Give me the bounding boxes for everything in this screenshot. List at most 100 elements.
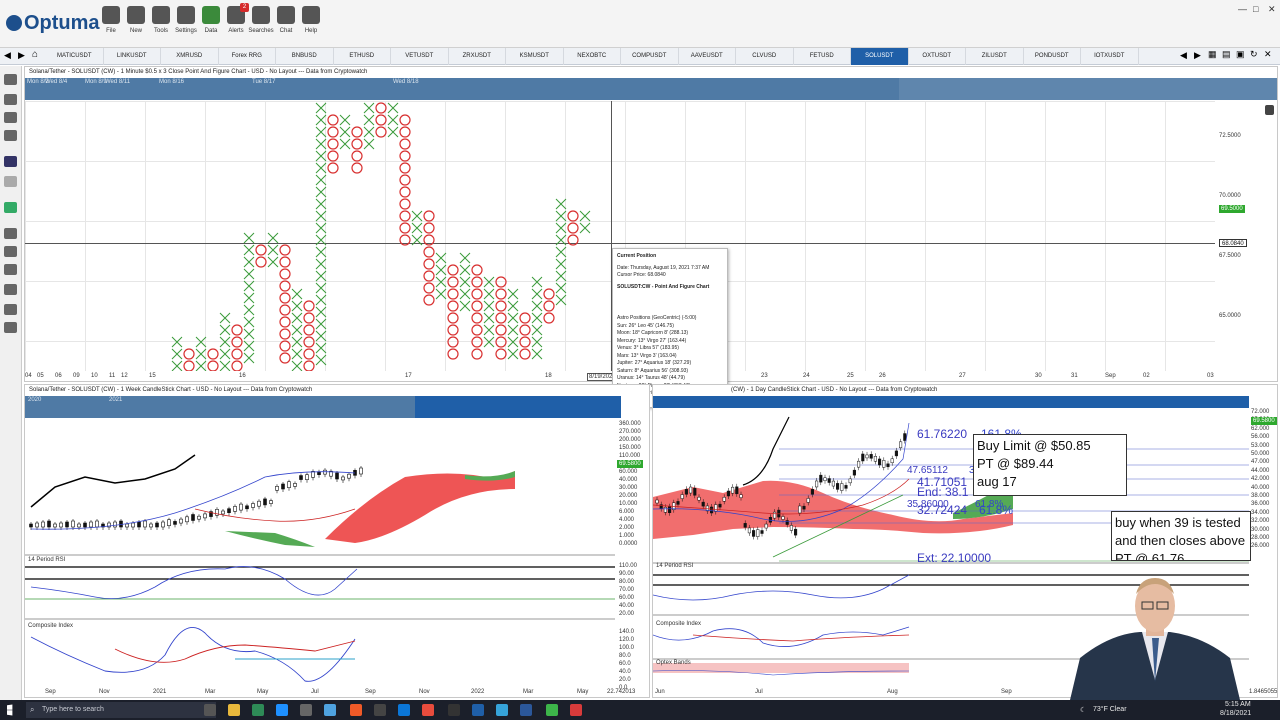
weekly-plots[interactable] [25,419,615,689]
ticker-tab[interactable]: OXTUSDT [909,48,966,65]
pf-x-mark [483,276,495,288]
refresh-icon[interactable]: ↻ [1250,49,1258,60]
layout-grid-icon[interactable]: ▦ [1208,49,1217,60]
daily-candle [697,496,701,501]
buy-when-tested-note[interactable]: buy when 39 is tested and then closes ab… [1111,511,1251,561]
ticker-tab[interactable]: BNBUSD [276,48,334,65]
layers-icon[interactable] [4,284,17,295]
chat-button[interactable]: Chat [273,4,299,44]
clock-date[interactable]: 8/18/2021 [1220,710,1251,717]
weekly-price-tick: 1.000 [619,533,635,539]
save-icon[interactable] [4,112,17,123]
pf-x-tick: 23 [761,373,768,379]
file-button[interactable]: File [98,4,124,44]
settings-button[interactable]: Settings [173,4,199,44]
ticker-tab[interactable]: LINKUSDT [104,48,161,65]
list-icon[interactable] [4,304,17,315]
ticker-tab[interactable]: MATICUSDT [46,48,104,65]
ticker-tab[interactable]: IOTXUSDT [1081,48,1139,65]
chrome-browser-icon[interactable] [422,704,434,716]
app-icon[interactable] [496,704,508,716]
weekly-candle [95,520,99,528]
lock-icon[interactable] [4,246,17,257]
ticker-tab[interactable]: NEXOBTC [564,48,621,65]
weekly-x-tick: 2021 [153,689,167,695]
weekly-candle [77,523,81,528]
buy-limit-note[interactable]: Buy Limit @ $50.85 PT @ $89.44 aug 17 [973,434,1127,496]
tabs-scroll-left-icon[interactable]: ◀ [1180,50,1187,61]
daily-candle [781,516,785,520]
help-button[interactable]: Help [298,4,324,44]
ticker-tab[interactable]: AAVEUSDT [679,48,736,65]
ticker-tab[interactable]: PONDUSDT [1024,48,1081,65]
windows-start-icon[interactable] [7,704,13,716]
new-button[interactable]: New [123,4,149,44]
taskbar-search-input[interactable]: ⌕ Type here to search [26,702,216,718]
app-icon[interactable] [448,704,460,716]
tile-icon[interactable]: ▣ [1236,49,1245,60]
ticker-tab[interactable]: ETHUSD [334,48,391,65]
pf-x-mark [243,244,255,256]
ticker-tab[interactable]: KSMUSDT [506,48,564,65]
ticker-tab[interactable]: ZRXUSDT [449,48,506,65]
window-list-icon[interactable]: ▤ [1222,49,1231,60]
app-icon[interactable] [570,704,582,716]
draw-line-icon[interactable] [4,202,17,213]
picture-icon[interactable] [4,94,17,105]
back-arrow-icon[interactable]: ◀ [4,50,11,61]
hash-grid-icon[interactable] [4,264,17,275]
forward-arrow-icon[interactable]: ▶ [18,50,25,61]
ticker-tab[interactable]: VETUSDT [391,48,449,65]
edge-browser-icon[interactable] [398,704,410,716]
searches-button[interactable]: Searches [248,4,274,44]
file-explorer-icon[interactable] [228,704,240,716]
pf-o-mark [423,258,435,270]
mail-icon[interactable] [276,704,288,716]
weather-text[interactable]: 73°F Clear [1093,706,1127,713]
brave-browser-icon[interactable] [350,704,362,716]
ticker-tab[interactable]: COMPUSDT [621,48,679,65]
data-button[interactable]: Data [198,4,224,44]
pf-o-mark [327,138,339,150]
pf-lock-icon[interactable] [1265,105,1274,115]
pf-o-mark [303,324,315,336]
undo-icon[interactable] [4,156,17,167]
ticker-tab[interactable]: FETUSD [794,48,851,65]
home-icon[interactable]: ⌂ [32,49,38,60]
pf-o-mark [471,348,483,360]
maximize-button[interactable]: □ [1253,4,1258,14]
app-icon[interactable] [324,704,336,716]
ticker-tab[interactable]: CLVUSD [736,48,794,65]
page-icon[interactable] [4,74,17,85]
tools-button[interactable]: Tools [148,4,174,44]
redo-icon[interactable] [4,176,17,187]
checklist-icon[interactable] [4,322,17,333]
pf-o-mark [351,138,363,150]
pf-x-mark [315,162,327,174]
app-icon[interactable] [374,704,386,716]
ticker-tab[interactable]: XMRUSD [161,48,219,65]
tabs-scroll-right-icon[interactable]: ▶ [1194,50,1201,61]
minimize-button[interactable]: — [1238,4,1247,14]
ticker-tab[interactable]: Forex RRG [219,48,276,65]
chat-label: Chat [279,28,293,34]
clock-time[interactable]: 5:15 AM [1225,701,1251,708]
weekly-candle [47,520,51,528]
app-icon[interactable] [546,704,558,716]
print-icon[interactable] [4,130,17,141]
ticker-tab[interactable]: SOLUSDT [851,48,909,65]
ticker-tab[interactable]: ZILUSDT [966,48,1024,65]
store-icon[interactable] [252,704,264,716]
pf-o-mark [207,348,219,360]
crosshair-icon[interactable] [4,228,17,239]
word-icon[interactable] [520,704,532,716]
app-icon[interactable] [300,704,312,716]
task-view-icon[interactable] [204,704,216,716]
pf-o-mark [399,138,411,150]
optuma-taskbar-icon[interactable] [472,704,484,716]
close-button[interactable]: ✕ [1268,4,1276,15]
weekly-ci-tick: 140.0 [619,629,635,635]
close-tab-icon[interactable]: ✕ [1264,49,1272,60]
alerts-button[interactable]: Alerts 2 [223,3,249,44]
main-toolbar: Optuma File New Tools Settings Data Aler… [0,0,1280,48]
